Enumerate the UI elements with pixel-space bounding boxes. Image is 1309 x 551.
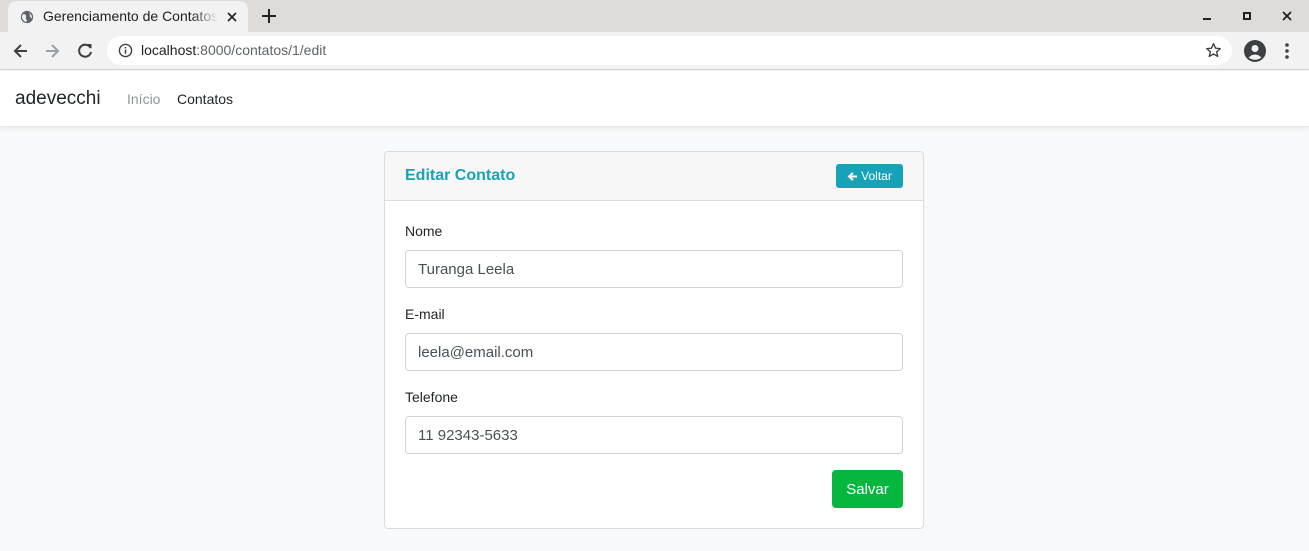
nav-link-contatos[interactable]: Contatos	[177, 91, 233, 107]
browser-tab-bar: Gerenciamento de Contatos	[0, 0, 1309, 32]
telefone-label: Telefone	[405, 389, 458, 405]
nome-input[interactable]	[405, 250, 903, 288]
back-arrow-icon[interactable]	[11, 41, 31, 61]
close-icon[interactable]	[224, 9, 240, 25]
address-bar[interactable]: localhost:8000/contatos/1/edit	[107, 36, 1232, 65]
url-path: :8000/contatos/1/edit	[196, 42, 327, 58]
telefone-input[interactable]	[405, 416, 903, 454]
kebab-menu-icon[interactable]	[1279, 42, 1295, 60]
url-host: localhost	[141, 42, 197, 58]
nav-link-inicio[interactable]: Início	[127, 91, 160, 107]
save-button[interactable]: Salvar	[832, 470, 903, 508]
back-button-label: Voltar	[861, 169, 892, 183]
back-button[interactable]: Voltar	[836, 164, 903, 188]
new-tab-icon[interactable]	[260, 7, 278, 25]
url-text: localhost:8000/contatos/1/edit	[141, 42, 326, 58]
card-title: Editar Contato	[405, 167, 516, 184]
nome-label: Nome	[405, 223, 443, 239]
arrow-left-icon	[847, 171, 858, 181]
maximize-icon[interactable]	[1240, 9, 1254, 23]
minimize-icon[interactable]	[1200, 9, 1214, 23]
edit-contact-card: Editar Contato Voltar Nome E-mail Telefo…	[384, 151, 924, 529]
site-navbar: adevecchi Início Contatos	[0, 71, 1309, 127]
account-icon[interactable]	[1244, 40, 1266, 62]
globe-icon	[20, 10, 34, 24]
window-close-icon[interactable]	[1280, 9, 1294, 23]
reload-icon[interactable]	[75, 41, 95, 61]
bookmark-star-icon[interactable]	[1205, 42, 1222, 59]
info-icon[interactable]	[118, 43, 133, 58]
browser-toolbar: localhost:8000/contatos/1/edit	[0, 32, 1309, 70]
tab-title: Gerenciamento de Contatos	[43, 8, 218, 24]
email-label: E-mail	[405, 306, 445, 322]
card-header: Editar Contato Voltar	[385, 152, 923, 201]
brand-link[interactable]: adevecchi	[15, 88, 101, 110]
browser-tab[interactable]: Gerenciamento de Contatos	[8, 1, 248, 32]
forward-arrow-icon[interactable]	[42, 41, 62, 61]
email-input[interactable]	[405, 333, 903, 371]
